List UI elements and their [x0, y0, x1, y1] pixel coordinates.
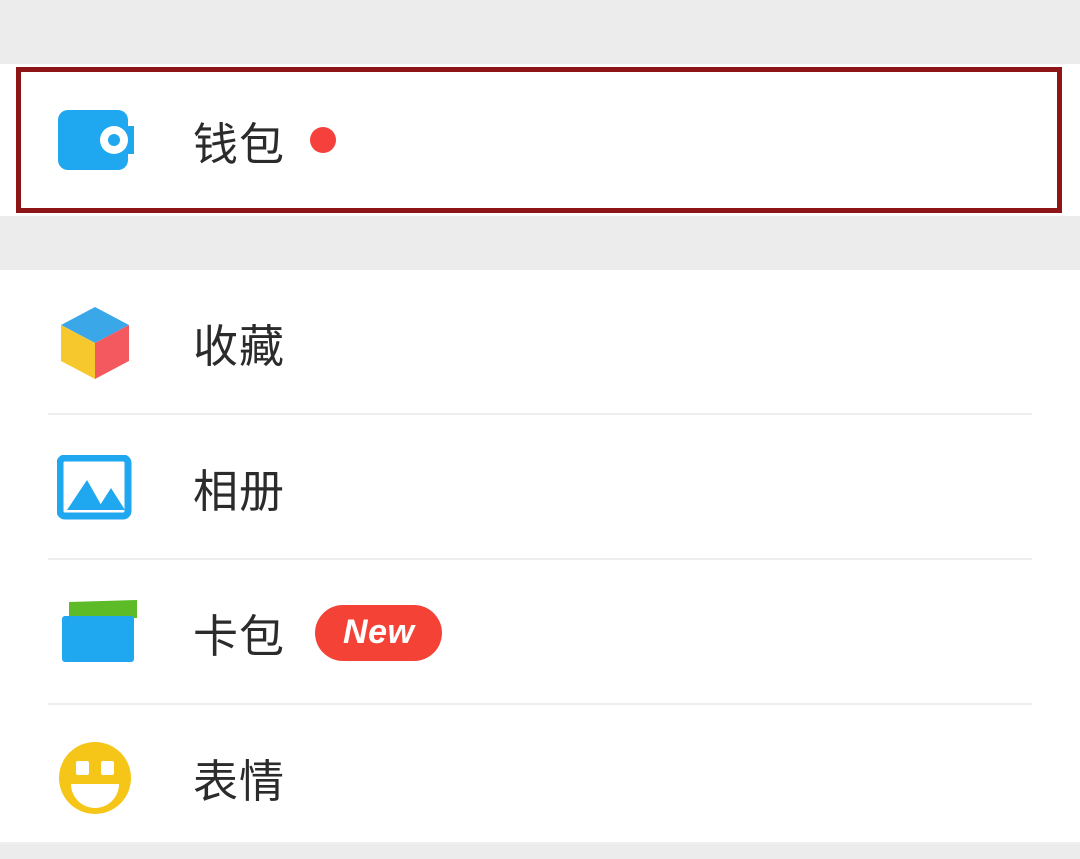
- list-item-label-album: 相册: [193, 465, 286, 518]
- list-item-favorites[interactable]: 收藏: [0, 270, 1080, 415]
- photo-album-icon: [57, 454, 153, 521]
- phone-screen: 钱包 收藏 相册 卡包 New 表情: [0, 0, 1080, 859]
- section-divider-spacer: [0, 216, 1080, 270]
- smiley-face-icon: [57, 740, 153, 816]
- bottom-spacer: [0, 844, 1080, 859]
- list-item-label-favorites: 收藏: [193, 320, 286, 373]
- wallet-icon: [57, 109, 153, 171]
- list-item-label-stickers: 表情: [193, 755, 286, 808]
- list-item-album[interactable]: 相册: [0, 415, 1080, 560]
- status-badge-new: New: [315, 604, 443, 661]
- top-spacer: [0, 0, 1080, 64]
- card-package-icon: [57, 598, 153, 668]
- list-item-stickers[interactable]: 表情: [0, 705, 1080, 850]
- list-item-label-wallet: 钱包: [193, 117, 286, 171]
- list-item-cards[interactable]: 卡包 New: [0, 560, 1080, 705]
- list-item-label-cards: 卡包: [193, 610, 286, 663]
- wallet-section: 钱包: [0, 64, 1080, 216]
- cube-icon: [57, 303, 153, 383]
- status-badge-dot-wallet: [310, 127, 337, 153]
- list-item-wallet[interactable]: 钱包: [0, 64, 1080, 216]
- settings-list: 收藏 相册 卡包 New 表情: [0, 270, 1080, 850]
